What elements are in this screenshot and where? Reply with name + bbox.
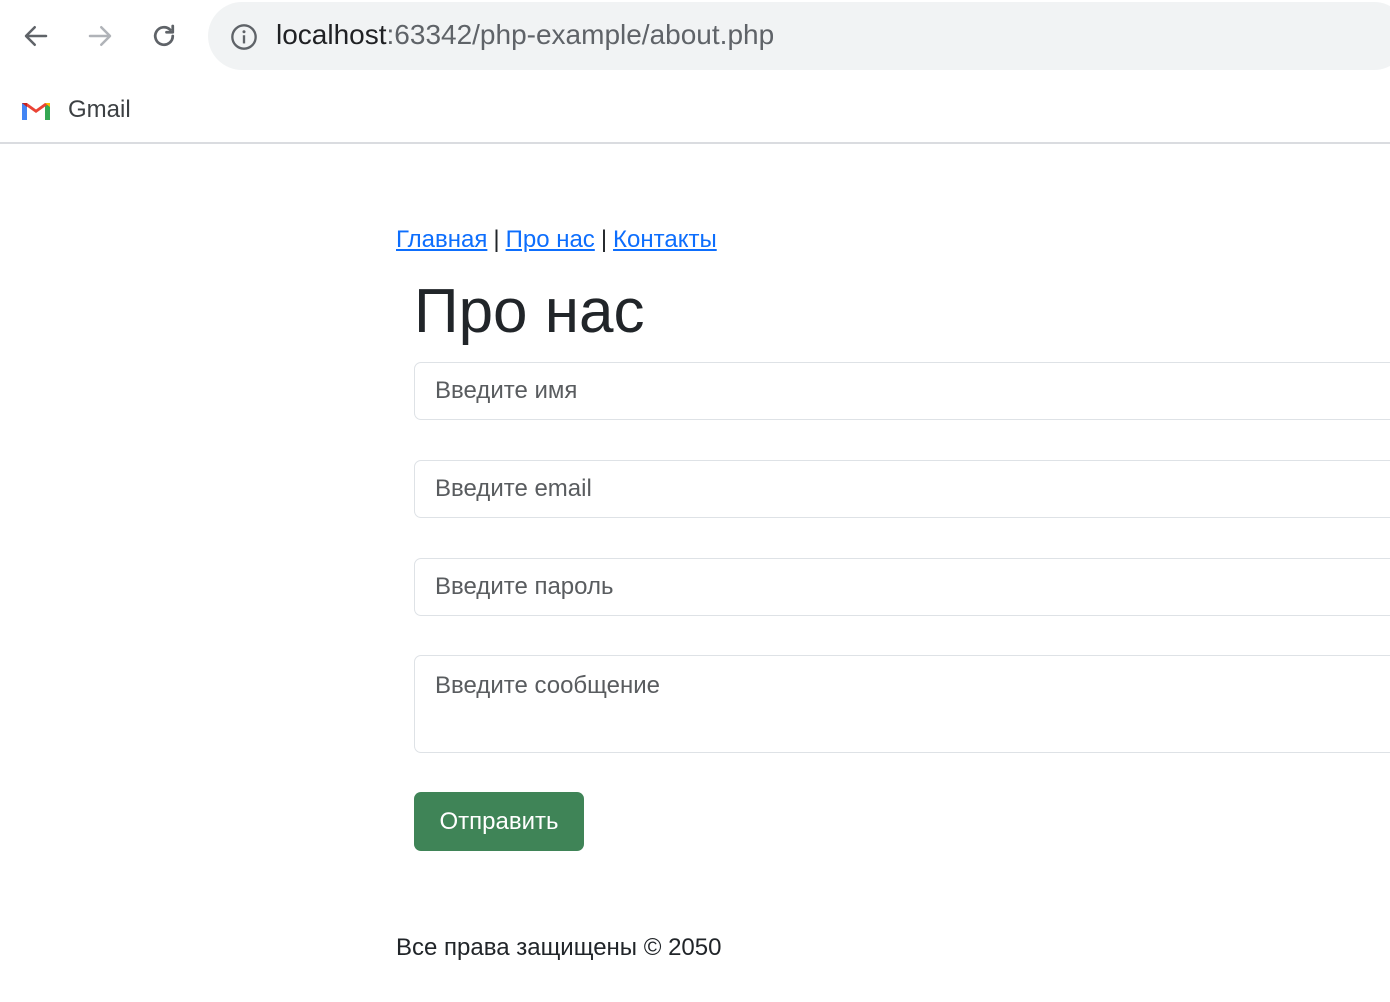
back-button[interactable] <box>14 14 58 58</box>
address-url: localhost:63342/php-example/about.php <box>276 19 774 51</box>
password-field[interactable] <box>414 558 1390 616</box>
bookmark-gmail[interactable]: Gmail <box>20 94 131 126</box>
forward-arrow-icon <box>88 26 112 46</box>
gmail-icon <box>22 103 50 120</box>
footer-copyright: Все права защищены © 2050 <box>396 934 722 961</box>
nav-link-about[interactable]: Про нас <box>506 226 595 253</box>
name-field[interactable] <box>414 362 1390 420</box>
url-host: localhost <box>276 19 387 50</box>
site-nav: Главная | Про нас | Контакты <box>396 226 717 254</box>
address-bar[interactable]: localhost:63342/php-example/about.php <box>208 2 1390 70</box>
email-field[interactable] <box>414 460 1390 518</box>
nav-separator: | <box>493 226 500 253</box>
nav-link-contacts[interactable]: Контакты <box>613 226 717 253</box>
info-icon[interactable] <box>230 23 258 51</box>
reload-button[interactable] <box>142 14 186 58</box>
reload-icon <box>153 24 175 47</box>
message-field[interactable] <box>414 655 1390 753</box>
forward-button[interactable] <box>78 14 122 58</box>
page-title: Про нас <box>414 277 645 346</box>
url-path: :63342/php-example/about.php <box>386 19 775 50</box>
bookmark-label: Gmail <box>68 96 131 123</box>
nav-separator: | <box>600 226 608 253</box>
back-arrow-icon <box>24 26 48 46</box>
bookmarks-bar: Gmail <box>0 74 1390 144</box>
submit-button[interactable]: Отправить <box>414 792 584 851</box>
browser-toolbar: localhost:63342/php-example/about.php <box>0 0 1390 74</box>
nav-link-home[interactable]: Главная <box>396 226 487 253</box>
